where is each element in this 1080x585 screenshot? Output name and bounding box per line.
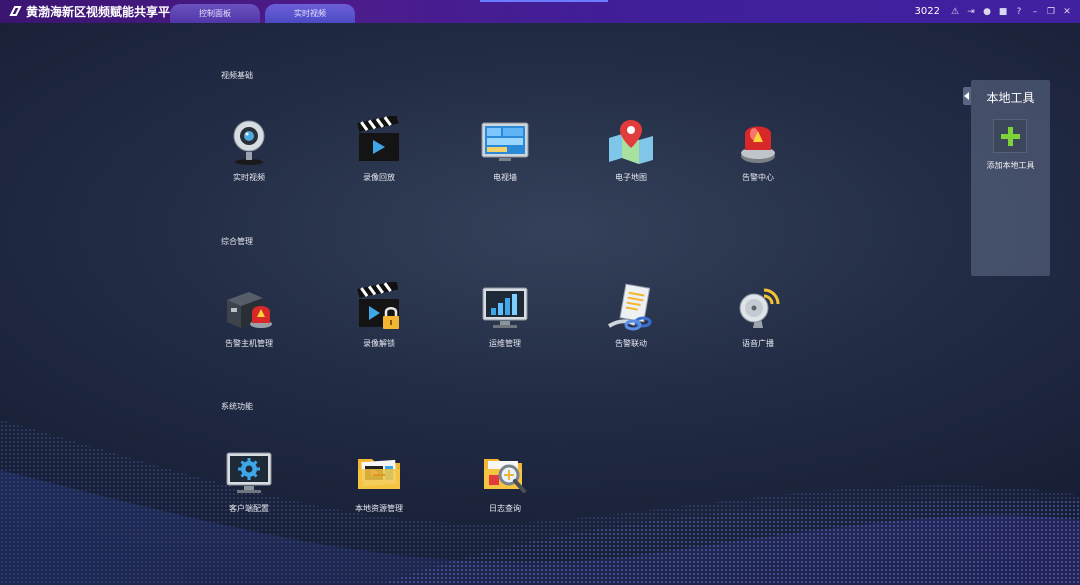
tile-tv-wall[interactable]: 电视墙 — [465, 116, 545, 183]
skin-icon[interactable]: ● — [982, 7, 992, 17]
help-icon[interactable]: ? — [1014, 7, 1024, 17]
tile-label: 运维管理 — [489, 339, 521, 348]
title-bar: 黄渤海新区视频赋能共享平台 控制面板 实时视频 3022 ⚠ ⇥ ● ■ ? –… — [0, 0, 1080, 23]
plus-icon-bar — [1001, 134, 1020, 139]
clapperboard-icon — [357, 116, 399, 161]
tile-voice-broadcast[interactable]: 语音广播 — [718, 282, 798, 349]
tile-alarm-center[interactable]: 告警中心 — [718, 116, 798, 183]
monitor-gear-icon — [226, 452, 272, 493]
restore-icon[interactable]: ❐ — [1046, 7, 1056, 17]
webcam-icon — [233, 120, 265, 165]
tile-alarm-host-mgmt[interactable]: 告警主机管理 — [209, 282, 289, 349]
tile-label: 本地资源管理 — [355, 504, 403, 513]
section-label-system-functions: 系统功能 — [221, 402, 253, 411]
local-tools-panel: 本地工具 添加本地工具 — [971, 80, 1050, 276]
tile-log-query[interactable]: 日志查询 — [465, 447, 545, 514]
tab-control-panel[interactable]: 控制面板 — [170, 4, 260, 23]
warning-icon[interactable]: ⚠ — [950, 7, 960, 17]
window-controls: 3022 ⚠ ⇥ ● ■ ? – ❐ ✕ — [915, 0, 1072, 23]
tile-live-video[interactable]: 实时视频 — [209, 116, 289, 183]
section-label-integrated-mgmt: 综合管理 — [221, 237, 253, 246]
tile-label: 告警主机管理 — [225, 339, 273, 348]
tile-label: 日志查询 — [489, 504, 521, 513]
monitor-chart-icon — [482, 287, 528, 328]
app-logo-icon — [9, 6, 22, 16]
alarm-host-icon — [227, 292, 272, 328]
tile-ops-mgmt[interactable]: 运维管理 — [465, 282, 545, 349]
tile-local-resource-mgmt[interactable]: 本地资源管理 — [339, 447, 419, 514]
tile-recording-unlock[interactable]: 录像解锁 — [339, 282, 419, 349]
local-tools-title: 本地工具 — [986, 91, 1035, 105]
lock-icon[interactable]: ■ — [998, 7, 1008, 17]
tab-live-video[interactable]: 实时视频 — [265, 4, 355, 23]
tile-alarm-linkage[interactable]: 告警联动 — [591, 282, 671, 349]
clapperboard-lock-icon — [357, 282, 399, 329]
tile-label: 实时视频 — [233, 173, 265, 182]
folder-search-icon — [484, 459, 526, 493]
tile-playback[interactable]: 录像回放 — [339, 116, 419, 183]
tile-client-config[interactable]: 客户端配置 — [209, 447, 289, 514]
tile-label: 电子地图 — [615, 173, 647, 182]
tile-label: 告警联动 — [615, 339, 647, 348]
folder-media-icon — [358, 459, 400, 489]
minimize-icon[interactable]: – — [1030, 7, 1040, 17]
user-number: 3022 — [914, 6, 940, 17]
add-local-tool-label: 添加本地工具 — [986, 161, 1035, 170]
tile-e-map[interactable]: 电子地图 — [591, 116, 671, 183]
tile-label: 客户端配置 — [229, 504, 269, 513]
add-local-tool-button[interactable] — [993, 119, 1027, 153]
tile-label: 语音广播 — [742, 339, 774, 348]
document-link-icon — [607, 283, 652, 331]
panel-collapse-button[interactable] — [963, 87, 971, 105]
broadcast-dish-icon — [739, 288, 780, 328]
close-icon[interactable]: ✕ — [1062, 7, 1072, 17]
tile-label: 录像回放 — [363, 173, 395, 182]
tile-label: 录像解锁 — [363, 339, 395, 348]
map-pin-icon — [609, 120, 653, 164]
alarm-light-icon — [741, 126, 775, 163]
tile-label: 电视墙 — [493, 173, 517, 182]
title-bar-accent — [480, 0, 608, 2]
tv-wall-icon — [481, 122, 529, 161]
app-title: 黄渤海新区视频赋能共享平台 — [26, 5, 183, 19]
tile-label: 告警中心 — [742, 173, 774, 182]
section-label-video-basic: 视频基础 — [221, 71, 253, 80]
logout-icon[interactable]: ⇥ — [966, 7, 976, 17]
chevron-left-icon — [964, 92, 969, 100]
